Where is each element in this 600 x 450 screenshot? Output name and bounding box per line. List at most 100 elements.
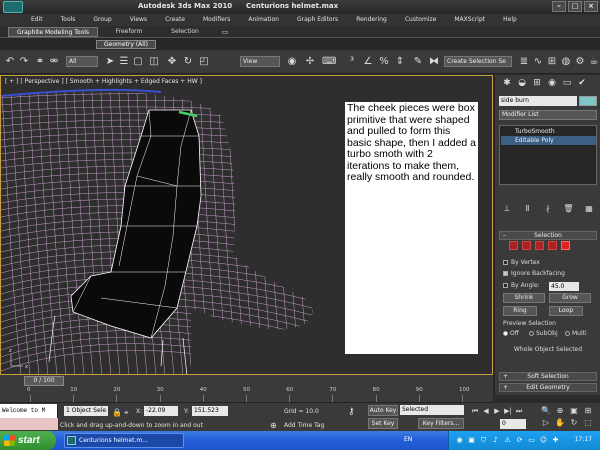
- edit-geometry-rollout-header[interactable]: + Edit Geometry: [499, 383, 597, 392]
- grow-button[interactable]: Grow: [549, 293, 591, 303]
- close-icon[interactable]: ×: [584, 1, 598, 12]
- track-bar[interactable]: 0 10 20 30 40 50 60 70 80 90 100: [0, 387, 493, 403]
- move-icon[interactable]: ✥: [166, 55, 178, 68]
- redo-icon[interactable]: ↷: [18, 55, 30, 68]
- link-icon[interactable]: ⚭: [34, 55, 46, 68]
- object-name-field[interactable]: side burn: [499, 96, 577, 106]
- tray-antivirus-icon[interactable]: ✚: [551, 436, 560, 445]
- tab-selection[interactable]: Selection: [160, 27, 210, 37]
- window-crossing-icon[interactable]: ◫: [148, 55, 160, 68]
- curve-editor-icon[interactable]: ∿: [532, 55, 544, 68]
- selection-filter-dropdown[interactable]: All: [66, 56, 98, 67]
- angle-snap-icon[interactable]: ∠: [362, 55, 374, 68]
- menu-graph-editors[interactable]: Graph Editors: [288, 14, 347, 26]
- percent-snap-icon[interactable]: %: [378, 55, 390, 68]
- element-level-icon[interactable]: [561, 241, 570, 250]
- language-indicator[interactable]: EN: [404, 436, 412, 443]
- layer-manager-icon[interactable]: ≣: [518, 55, 530, 68]
- menu-maxscript[interactable]: MAXScript: [445, 14, 494, 26]
- next-frame-icon[interactable]: ▶|: [503, 406, 513, 416]
- time-tag-icon[interactable]: ⊕: [270, 421, 277, 430]
- soft-selection-rollout-header[interactable]: + Soft Selection: [499, 372, 597, 381]
- set-key-button[interactable]: Set Key: [368, 418, 398, 429]
- menu-animation[interactable]: Animation: [239, 14, 288, 26]
- motion-tab-icon[interactable]: ◉: [546, 77, 558, 89]
- taskbar-item-3dsmax[interactable]: Centurions helmet.m...: [64, 433, 184, 448]
- pin-stack-icon[interactable]: ⊥: [501, 203, 513, 215]
- select-object-icon[interactable]: ➤: [104, 55, 116, 68]
- render-setup-icon[interactable]: ⚙: [574, 55, 586, 68]
- key-mode-dropdown[interactable]: Selected: [400, 405, 464, 415]
- schematic-view-icon[interactable]: ⊞: [546, 55, 558, 68]
- go-to-end-icon[interactable]: ⏭: [514, 406, 524, 416]
- rotate-icon[interactable]: ↻: [182, 55, 194, 68]
- remove-modifier-icon[interactable]: 🗑: [563, 203, 575, 215]
- reference-coordinate-dropdown[interactable]: View: [240, 56, 280, 67]
- rect-selection-icon[interactable]: ▢: [132, 55, 144, 68]
- add-time-tag[interactable]: Add Time Tag: [284, 422, 324, 429]
- menu-help[interactable]: Help: [494, 14, 526, 26]
- tray-security-icon[interactable]: ⚠: [503, 436, 512, 445]
- zoom-all-icon[interactable]: ⊕: [554, 406, 566, 416]
- tray-network-icon[interactable]: ▣: [467, 436, 476, 445]
- by-angle-checkbox[interactable]: By Angle:: [503, 281, 540, 290]
- menu-edit[interactable]: Edit: [22, 14, 52, 26]
- tray-display-icon[interactable]: ▭: [527, 436, 536, 445]
- time-slider[interactable]: 0 / 100: [0, 375, 493, 387]
- ribbon-toggle-icon[interactable]: ▭: [220, 27, 230, 37]
- scale-icon[interactable]: ◰: [198, 55, 210, 68]
- vertex-level-icon[interactable]: [509, 241, 518, 250]
- hierarchy-tab-icon[interactable]: ⊞: [531, 77, 543, 89]
- preview-off-radio[interactable]: Off: [503, 330, 519, 338]
- ignore-backfacing-checkbox[interactable]: Ignore Backfacing: [503, 269, 565, 278]
- loop-button[interactable]: Loop: [549, 306, 583, 316]
- zoom-extents-all-icon[interactable]: ⊞: [582, 406, 594, 416]
- menu-tools[interactable]: Tools: [52, 14, 85, 26]
- utilities-tab-icon[interactable]: ✔: [576, 77, 588, 89]
- mirror-icon[interactable]: ⧓: [428, 55, 440, 68]
- zoom-extents-icon[interactable]: ▣: [568, 406, 580, 416]
- preview-subobj-radio[interactable]: SubObj: [529, 330, 558, 338]
- play-icon[interactable]: ▶: [492, 406, 502, 416]
- named-selection-icon[interactable]: ✎: [412, 55, 424, 68]
- maximize-viewport-icon[interactable]: ⬚: [582, 418, 594, 428]
- polygon-level-icon[interactable]: [548, 241, 557, 250]
- menu-create[interactable]: Create: [156, 14, 194, 26]
- x-coordinate-field[interactable]: -22.09: [144, 406, 178, 416]
- render-icon[interactable]: ☕: [588, 55, 600, 68]
- menu-modifiers[interactable]: Modifiers: [194, 14, 239, 26]
- minimize-icon[interactable]: –: [552, 1, 566, 12]
- tray-shield-icon[interactable]: ⛉: [479, 436, 488, 445]
- stack-item-editable-poly[interactable]: Editable Poly: [501, 136, 596, 145]
- material-editor-icon[interactable]: ◍: [560, 55, 572, 68]
- lock-selection-icon[interactable]: 🔒: [112, 408, 122, 417]
- viewport-label[interactable]: [ + ] [ Perspective ] [ Smooth + Highlig…: [5, 78, 202, 85]
- border-level-icon[interactable]: [535, 241, 544, 250]
- tab-graphite-modeling-tools[interactable]: Graphite Modeling Tools: [8, 27, 98, 37]
- key-filters-button[interactable]: Key Filters...: [418, 418, 464, 429]
- field-of-view-icon[interactable]: ▷: [540, 418, 552, 428]
- pan-icon[interactable]: ✋: [554, 418, 566, 428]
- tab-freeform[interactable]: Freeform: [104, 27, 154, 37]
- absolute-mode-icon[interactable]: ⌖: [124, 408, 129, 418]
- keyboard-shortcut-icon[interactable]: ⌨: [322, 55, 336, 68]
- current-frame-field[interactable]: 0: [500, 419, 526, 429]
- snap-3d-icon[interactable]: ³: [346, 55, 358, 68]
- create-tab-icon[interactable]: ✱: [501, 77, 513, 89]
- preview-multi-radio[interactable]: Multi: [565, 330, 587, 338]
- make-unique-icon[interactable]: ∤: [542, 203, 554, 215]
- menu-rendering[interactable]: Rendering: [347, 14, 396, 26]
- zoom-icon[interactable]: 🔍: [540, 406, 552, 416]
- y-coordinate-field[interactable]: 151.523: [192, 406, 228, 416]
- modifier-list-dropdown[interactable]: Modifier List: [499, 110, 597, 120]
- tray-messenger-icon[interactable]: ☺: [539, 436, 548, 445]
- menu-group[interactable]: Group: [84, 14, 120, 26]
- by-vertex-checkbox[interactable]: By Vertex: [503, 258, 540, 267]
- edge-level-icon[interactable]: [522, 241, 531, 250]
- display-tab-icon[interactable]: ▭: [561, 77, 573, 89]
- tray-volume-icon[interactable]: ♪: [491, 436, 500, 445]
- stack-item-turbosmooth[interactable]: TurboSmooth: [501, 127, 596, 136]
- pivot-center-icon[interactable]: ◉: [286, 55, 298, 68]
- geometry-all-panel[interactable]: Geometry (All): [96, 40, 156, 49]
- shrink-button[interactable]: Shrink: [503, 293, 545, 303]
